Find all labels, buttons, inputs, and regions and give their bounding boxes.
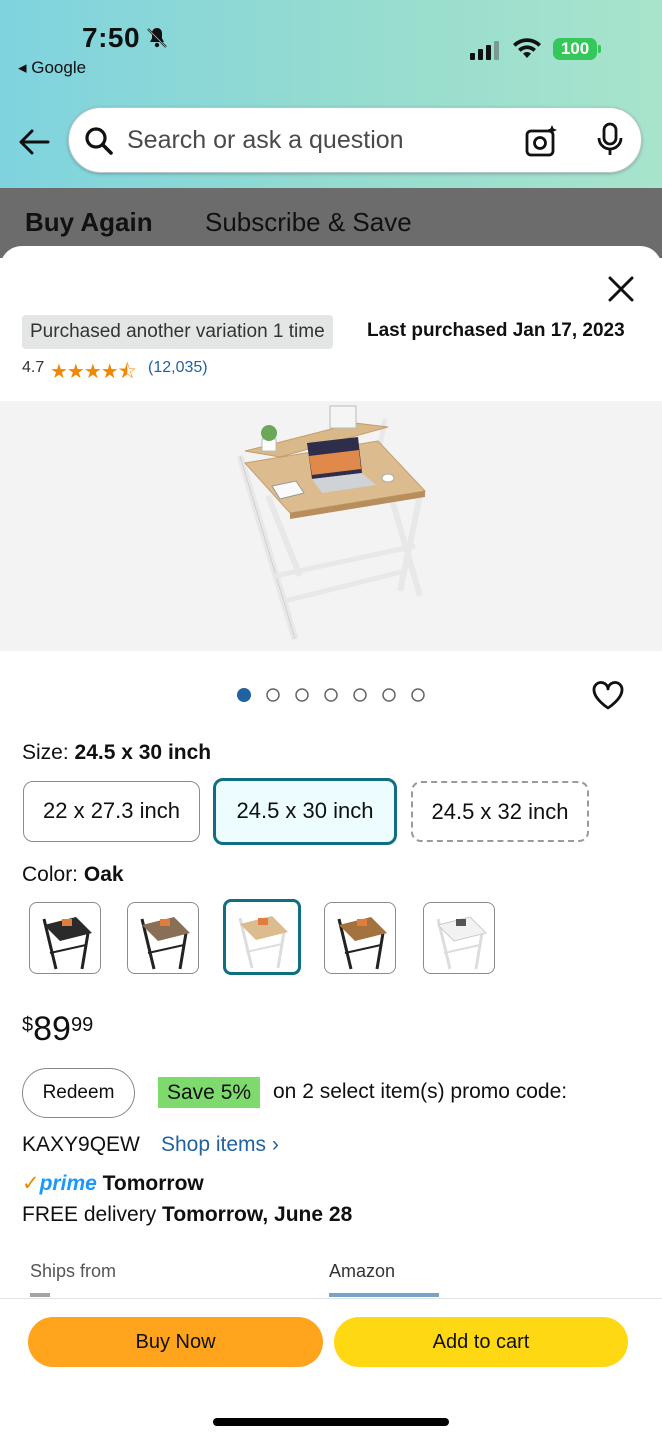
last-purchased: Last purchased Jan 17, 2023	[367, 320, 625, 341]
rating-value: 4.7	[22, 359, 45, 376]
pagination-dot[interactable]	[411, 688, 425, 702]
free-delivery-text: FREE delivery	[22, 1203, 163, 1226]
price-whole: 89	[33, 1010, 71, 1048]
search-input[interactable]: Search or ask a question	[127, 126, 404, 155]
color-swatch-oak[interactable]	[223, 899, 301, 975]
size-label-text: Size:	[22, 741, 75, 764]
star-rating: ★★★★⯪	[50, 361, 137, 383]
ships-from-label: Ships from	[30, 1261, 117, 1281]
pagination-dot[interactable]	[266, 688, 280, 702]
swatch-desk-image	[42, 917, 92, 970]
redeem-button[interactable]: Redeem	[22, 1068, 135, 1118]
battery-tip	[598, 45, 601, 53]
wifi-icon	[512, 36, 542, 65]
ships-from-value: Amazon	[329, 1261, 396, 1281]
prime-logo: prime	[39, 1172, 97, 1195]
tab-subscribe-save[interactable]: Subscribe & Save	[205, 207, 412, 238]
sold-by-label-peek	[30, 1293, 50, 1297]
color-swatch-black[interactable]	[29, 902, 101, 974]
pagination-dot[interactable]	[324, 688, 338, 702]
close-icon[interactable]	[607, 275, 635, 308]
color-swatch-rustic[interactable]	[127, 902, 199, 974]
status-time: 7:50	[82, 22, 141, 53]
heart-icon[interactable]	[591, 680, 625, 715]
price-currency: $	[22, 1014, 34, 1036]
add-to-cart-button[interactable]: Add to cart	[334, 1317, 628, 1367]
delivery-date: FREE delivery Tomorrow, June 28	[22, 1203, 352, 1227]
signal-icon	[470, 40, 502, 65]
delivery-date-value: Tomorrow, June 28	[162, 1203, 353, 1226]
swatch-desk-image	[238, 916, 288, 969]
size-option-22x27[interactable]: 22 x 27.3 inch	[23, 781, 200, 842]
battery-indicator: 100	[553, 38, 597, 60]
camera-lens-icon[interactable]	[525, 124, 559, 163]
image-pagination[interactable]	[237, 687, 437, 708]
swatch-desk-image	[140, 917, 190, 970]
product-image[interactable]	[0, 401, 662, 651]
color-selected: Oak	[83, 863, 124, 886]
size-option-24x30[interactable]: 24.5 x 30 inch	[213, 778, 397, 845]
color-swatch-white[interactable]	[423, 902, 495, 974]
shop-items-link[interactable]: Shop items ›	[161, 1133, 279, 1157]
prime-check-icon: ✓	[22, 1172, 40, 1195]
pagination-dot[interactable]	[237, 688, 251, 702]
price-fraction: 99	[70, 1014, 94, 1036]
price: $8999	[22, 1010, 93, 1049]
size-option-24x32[interactable]: 24.5 x 32 inch	[411, 781, 589, 842]
purchased-badge: Purchased another variation 1 time	[22, 315, 333, 349]
prime-delivery: ✓prime Tomorrow	[22, 1171, 204, 1196]
pagination-dot[interactable]	[295, 688, 309, 702]
home-indicator[interactable]	[213, 1418, 449, 1426]
pagination-dot[interactable]	[382, 688, 396, 702]
promo-code: KAXY9QEW	[22, 1133, 140, 1156]
color-label: Color: Oak	[22, 863, 124, 887]
pagination-dot[interactable]	[353, 688, 367, 702]
tab-buy-again[interactable]: Buy Again	[25, 207, 153, 238]
buy-now-button[interactable]: Buy Now	[28, 1317, 323, 1367]
microphone-icon[interactable]	[597, 122, 623, 163]
save-badge: Save 5%	[158, 1077, 261, 1108]
size-selected: 24.5 x 30 inch	[74, 741, 212, 764]
back-to-google-link[interactable]: ◂ Google	[18, 58, 86, 78]
swatch-desk-image	[436, 916, 487, 970]
promo-text: on 2 select item(s) promo code:	[273, 1080, 568, 1103]
bell-muted-icon	[145, 26, 169, 55]
prime-day: Tomorrow	[102, 1172, 204, 1195]
search-icon	[84, 126, 114, 161]
desk-illustration	[236, 405, 427, 641]
swatch-desk-image	[337, 917, 387, 970]
size-label: Size: 24.5 x 30 inch	[22, 741, 211, 765]
color-label-text: Color:	[22, 863, 84, 886]
color-swatch-walnut[interactable]	[324, 902, 396, 974]
review-count-link[interactable]: (12,035)	[148, 359, 208, 377]
sold-by-value-peek	[329, 1293, 439, 1297]
back-arrow-icon[interactable]	[18, 128, 50, 161]
